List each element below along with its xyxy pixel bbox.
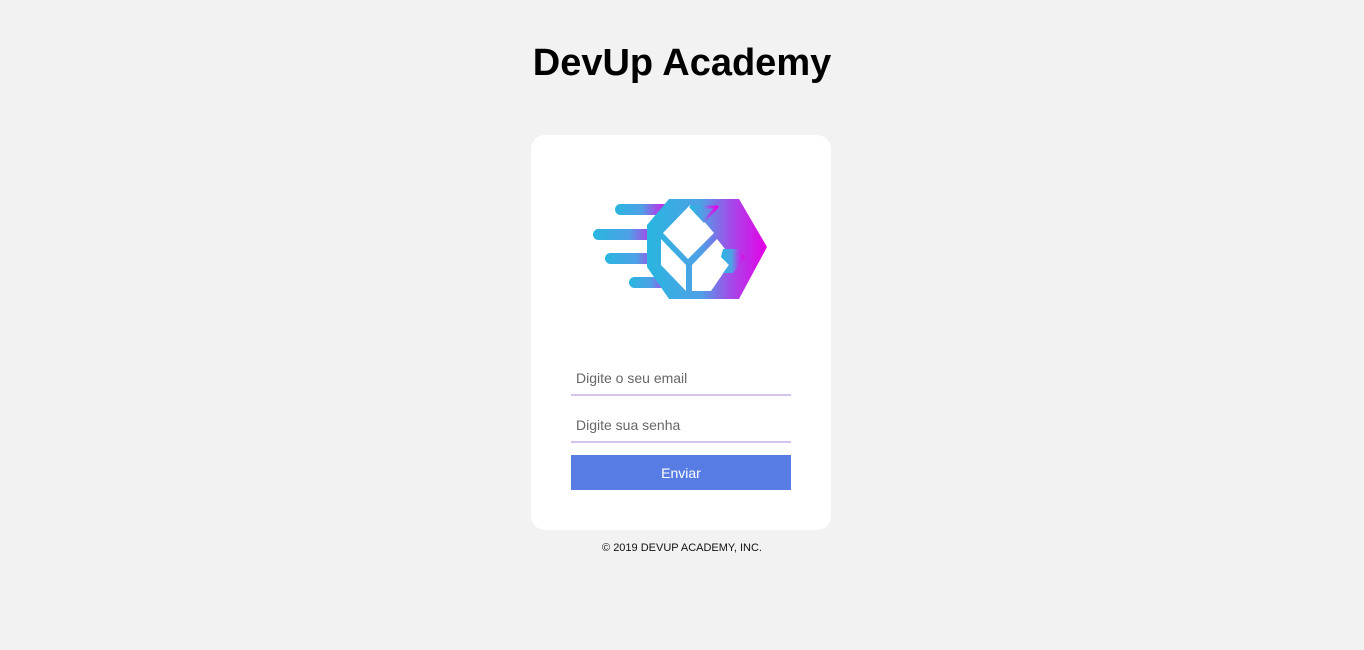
submit-button[interactable]: Enviar [571, 455, 791, 490]
login-card: Enviar [531, 135, 831, 530]
password-field[interactable] [571, 409, 791, 443]
footer-copyright: © 2019 DEVUP ACADEMY, INC. [602, 542, 762, 554]
page-title: DevUp Academy [532, 42, 832, 84]
devup-cube-logo-icon [593, 199, 767, 299]
email-field[interactable] [571, 362, 791, 396]
